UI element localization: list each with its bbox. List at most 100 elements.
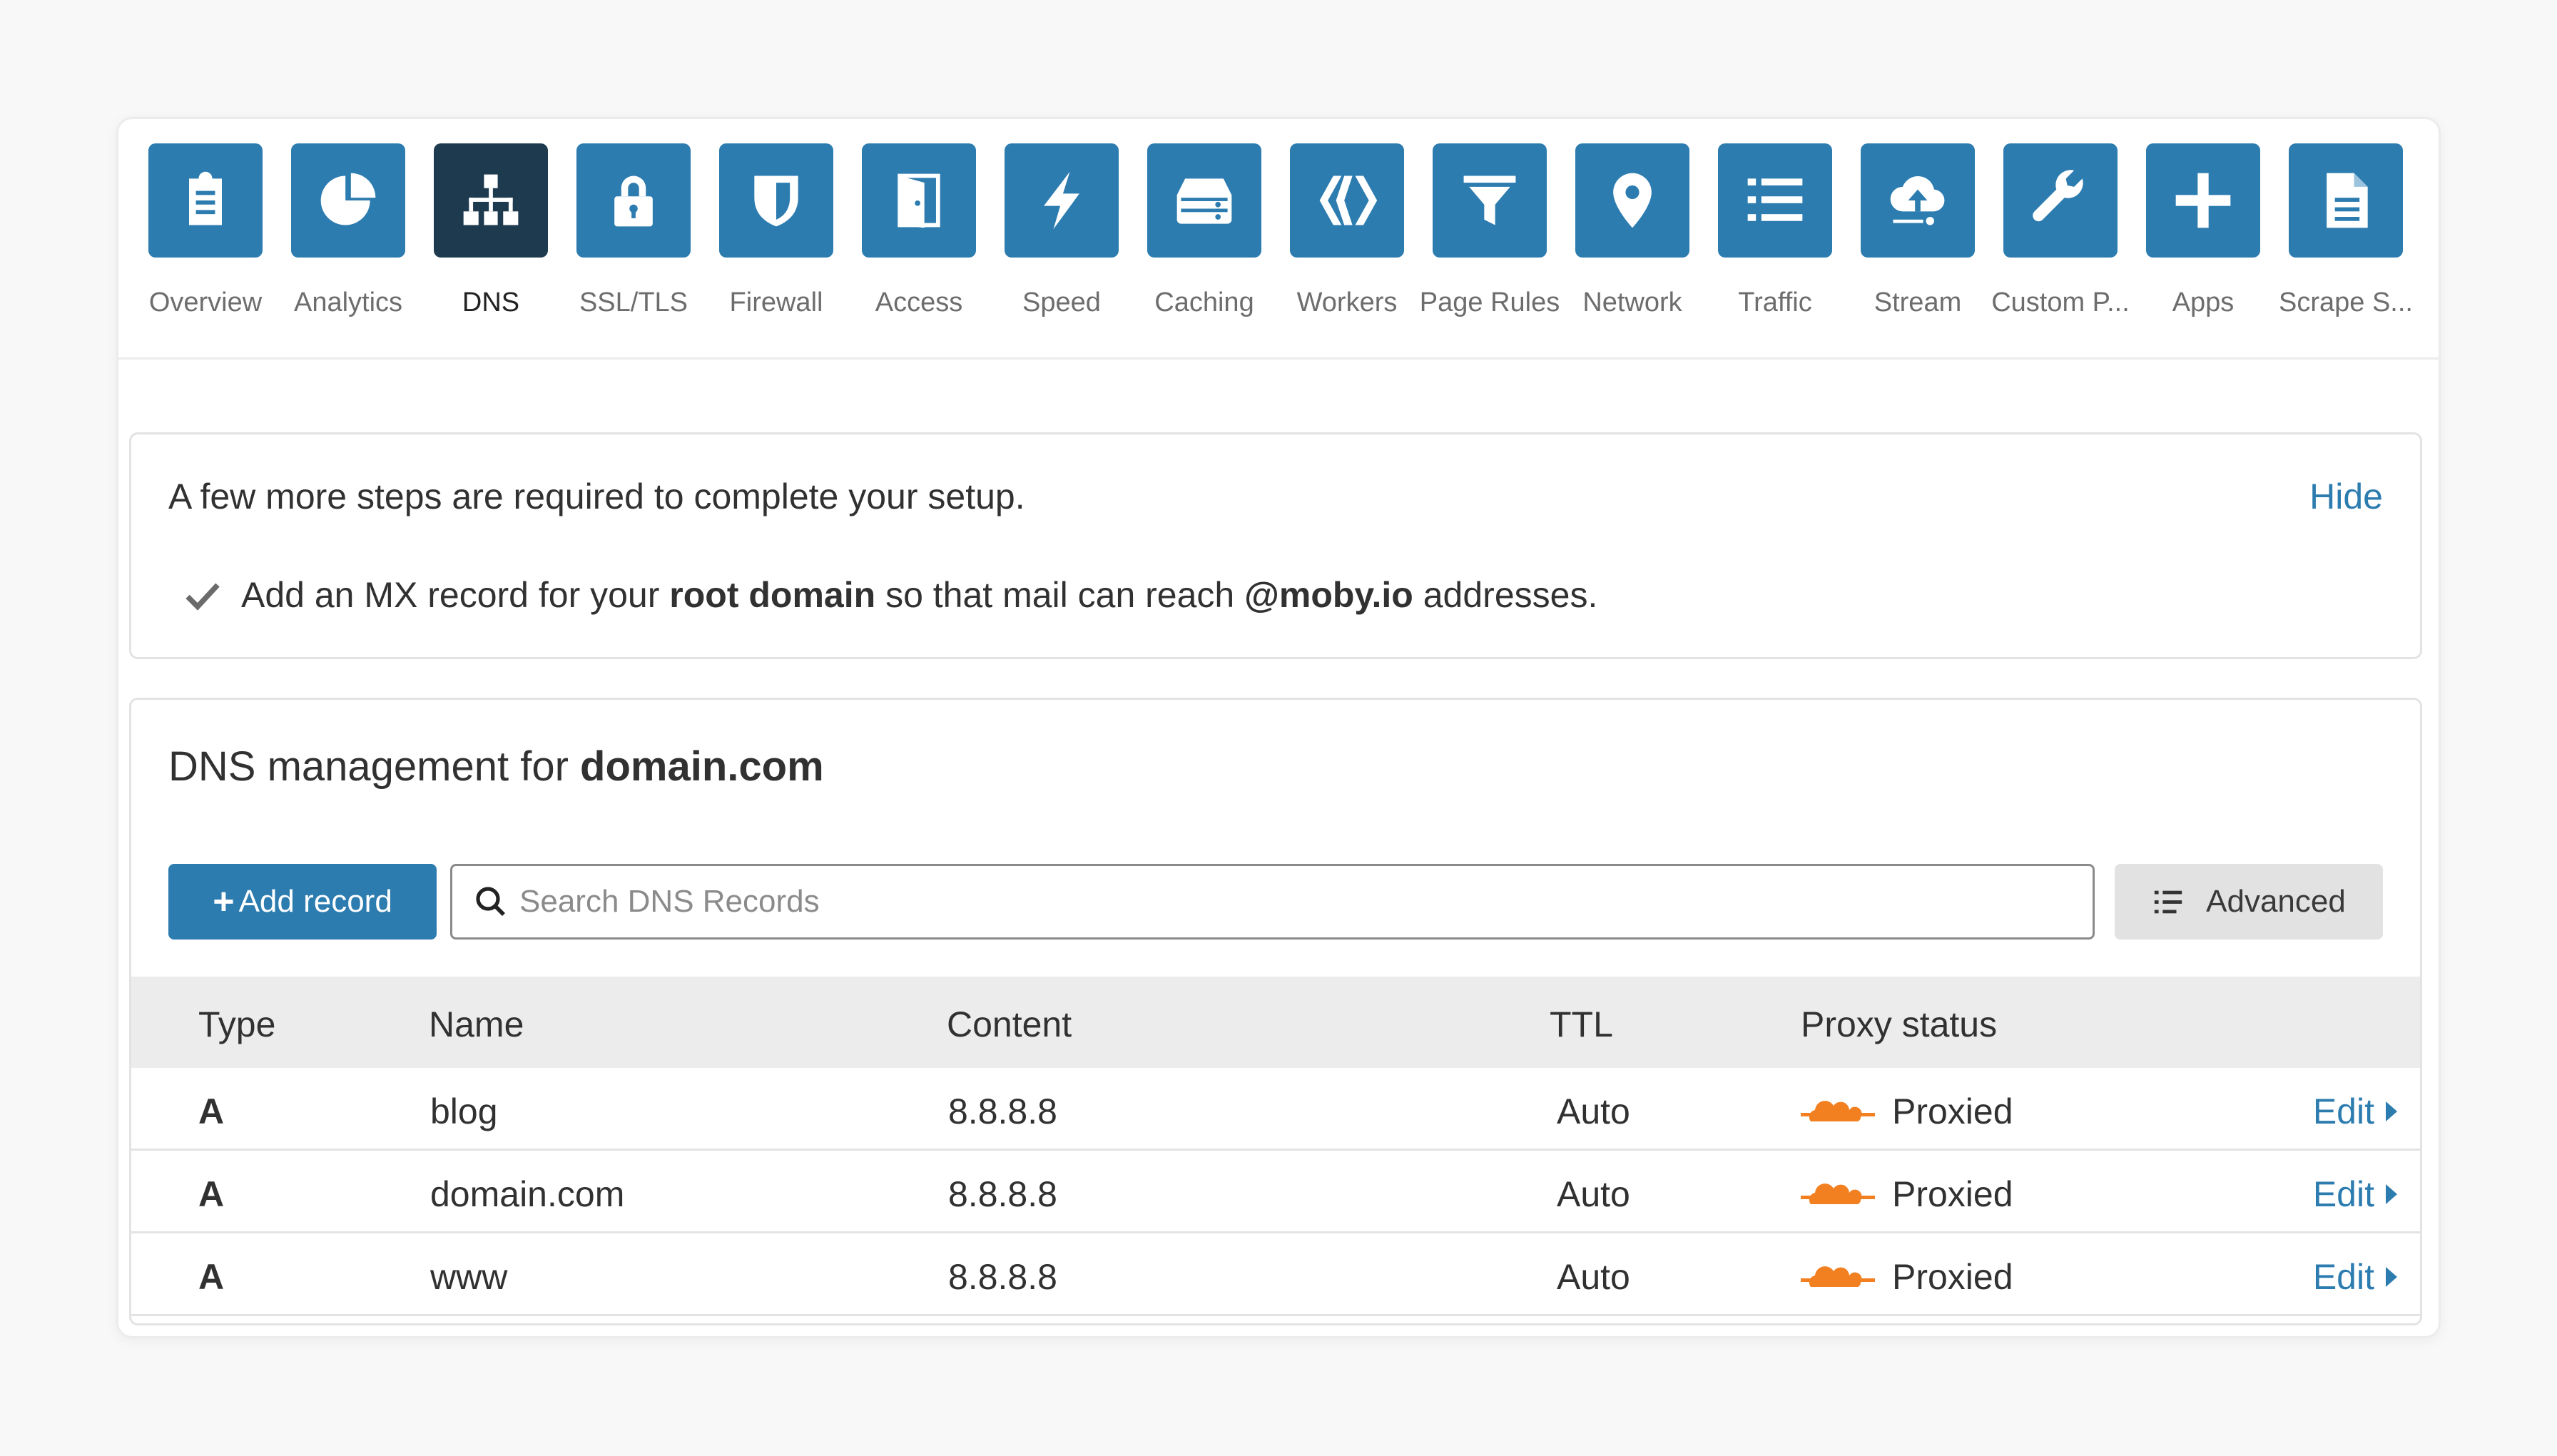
nav-item-access[interactable]: Access [848,143,990,336]
record-content: 8.8.8.8 [948,1257,1057,1297]
step-bold-email-domain: @moby.io [1244,575,1413,615]
step-text: addresses. [1423,575,1598,615]
search-icon [476,887,505,916]
cloud-proxied-icon [1801,1101,1875,1121]
lock-icon [614,175,653,227]
nav-label: Access [875,287,963,317]
workers-icon [1319,175,1378,225]
nav-label: Firewall [729,287,823,317]
nav-item-firewall[interactable]: Firewall [705,143,848,336]
setup-title: A few more steps are required to complet… [168,477,1025,516]
record-type: A [198,1174,225,1214]
edit-label: Edit [2312,1174,2374,1214]
nav-label: Apps [2172,287,2235,317]
edit-record-link[interactable]: Edit [2313,1256,2397,1298]
edit-record-link[interactable]: Edit [2313,1174,2397,1215]
proxy-status-label: Proxied [1892,1174,2013,1214]
network-tree-icon [463,174,519,225]
cloud-upload-icon [1890,176,1945,225]
proxy-status-label: Proxied [1892,1091,2013,1131]
nav-item-network[interactable]: Network [1561,143,1704,336]
table-row[interactable]: A domain.com 8.8.8.8 Auto Proxied Edit [131,1151,2420,1233]
checkmark-icon [185,583,220,611]
column-header-proxy-status[interactable]: Proxy status [1801,1004,1997,1045]
nav-label: Network [1582,287,1682,317]
caret-right-icon [2386,1267,2397,1287]
nav-item-dns[interactable]: DNS [420,143,562,336]
dns-management-panel: DNS management for domain.com + Add recor… [129,698,2422,1325]
nav-label: Analytics [293,287,403,317]
nav-item-page-rules[interactable]: Page Rules [1418,143,1561,336]
nav-item-analytics[interactable]: Analytics [277,143,420,336]
caret-right-icon [2386,1184,2397,1204]
clipboard-icon [189,171,222,225]
nav-item-ssl-tls[interactable]: SSL/TLS [562,143,705,336]
nav-item-stream[interactable]: Stream [1846,143,1989,336]
record-content: 8.8.8.8 [948,1091,1057,1131]
table-row[interactable]: A www 8.8.8.8 Auto Proxied Edit [131,1233,2420,1316]
nav-label: Custom P... [1991,287,2130,317]
record-name: blog [430,1091,498,1131]
nav-item-workers[interactable]: Workers [1276,143,1418,336]
edit-label: Edit [2312,1091,2374,1131]
pie-chart-icon [320,173,376,225]
table-header: Type Name Content TTL Proxy status [131,977,2420,1068]
app-navigation: Overview Analytics DNS SSL/TLS Firewall [118,119,2439,360]
record-content: 8.8.8.8 [948,1174,1057,1214]
nav-item-scrape-shield[interactable]: Scrape S... [2274,143,2417,336]
lightning-icon [1044,171,1079,230]
hide-link[interactable]: Hide [2309,476,2383,517]
nav-item-apps[interactable]: Apps [2132,143,2274,336]
list-icon [2154,890,2182,914]
server-icon [1176,178,1232,224]
wrench-icon [2033,170,2083,222]
nav-item-custom-pages[interactable]: Custom P... [1989,143,2132,336]
edit-label: Edit [2312,1257,2374,1297]
location-pin-icon [1613,173,1652,228]
record-name: domain.com [430,1174,625,1214]
nav-item-caching[interactable]: Caching [1133,143,1276,336]
nav-label: Workers [1296,287,1398,317]
plus-icon: + [213,881,235,922]
search-box[interactable] [450,864,2095,940]
dns-title: DNS management for domain.com [168,743,824,790]
nav-label: Page Rules [1419,287,1560,317]
nav-label: Scrape S... [2279,287,2413,317]
document-icon [2327,173,2368,228]
add-record-button[interactable]: + Add record [168,864,437,940]
record-ttl: Auto [1557,1174,1630,1214]
nav-label: Overview [148,287,263,317]
nav-label: Stream [1874,287,1962,317]
step-text: Add an MX record for your [241,575,660,615]
nav-item-speed[interactable]: Speed [990,143,1133,336]
shield-icon [754,175,798,227]
column-header-ttl[interactable]: TTL [1550,1004,1613,1045]
list-icon [1747,178,1803,221]
record-proxy-status: Proxied [1801,1174,2013,1215]
nav-label: Traffic [1738,287,1812,317]
table-row[interactable]: A blog 8.8.8.8 Auto Proxied Edit [131,1068,2420,1151]
record-proxy-status: Proxied [1801,1256,2013,1298]
step-bold-root-domain: root domain [669,575,876,615]
nav-label: Caching [1154,287,1254,317]
column-header-content[interactable]: Content [947,1004,1072,1045]
nav-item-traffic[interactable]: Traffic [1704,143,1846,336]
search-input[interactable] [519,884,2093,920]
edit-record-link[interactable]: Edit [2313,1091,2397,1132]
add-record-label: Add record [238,884,392,919]
nav-label: SSL/TLS [579,287,688,317]
nav-item-overview[interactable]: Overview [134,143,277,336]
door-icon [898,173,940,228]
advanced-button[interactable]: Advanced [2115,864,2383,940]
column-header-name[interactable]: Name [429,1004,524,1045]
record-type: A [198,1257,225,1297]
nav-label: Speed [1022,287,1101,317]
record-proxy-status: Proxied [1801,1091,2013,1132]
advanced-label: Advanced [2206,884,2346,919]
nav-label: DNS [462,287,520,317]
dashboard-card: Overview Analytics DNS SSL/TLS Firewall [116,117,2441,1338]
setup-step-mx-record: Add an MX record for your root domain so… [183,574,1597,616]
record-type: A [198,1091,225,1131]
record-ttl: Auto [1557,1091,1630,1131]
column-header-type[interactable]: Type [198,1004,275,1045]
